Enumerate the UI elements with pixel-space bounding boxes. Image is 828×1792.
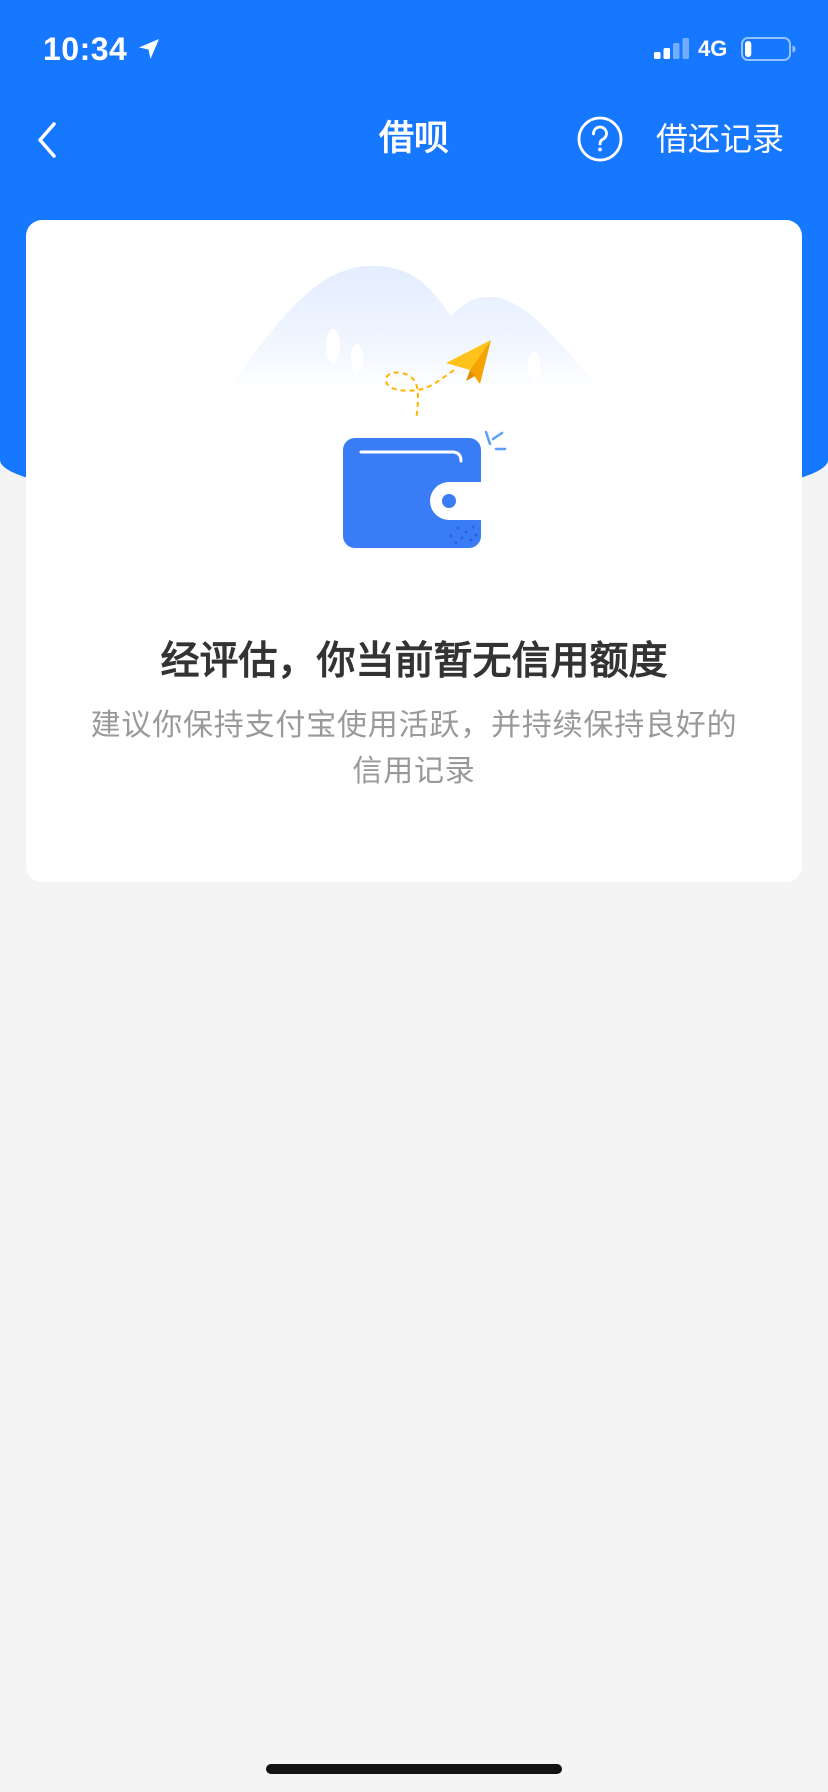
chevron-left-icon [38,122,56,158]
back-button[interactable] [30,112,80,168]
status-time: 10:34 [43,31,128,67]
question-circle-icon [577,116,623,162]
wallet-icon [343,438,481,548]
empty-state-card: 经评估，你当前暂无信用额度 建议你保持支付宝使用活跃，并持续保持良好的信用记录 [26,220,802,882]
tree-shape [351,344,363,372]
network-type: 4G [698,36,728,61]
tree-shape [326,329,340,363]
help-button[interactable] [576,115,624,163]
page-title: 借呗 [378,119,449,158]
home-indicator[interactable] [266,1764,562,1774]
records-link[interactable]: 借还记录 [656,118,784,160]
tree-shape [528,352,540,380]
sparkle-icon [484,430,507,451]
battery-icon [741,37,796,61]
location-arrow-icon [139,39,159,59]
cellular-signal-icon [654,38,689,59]
empty-state-description: 建议你保持支付宝使用活跃，并持续保持良好的信用记录 [90,709,738,788]
mountains-shape [226,265,604,392]
empty-state-title: 经评估，你当前暂无信用额度 [160,640,668,683]
empty-wallet-illustration [226,265,604,548]
